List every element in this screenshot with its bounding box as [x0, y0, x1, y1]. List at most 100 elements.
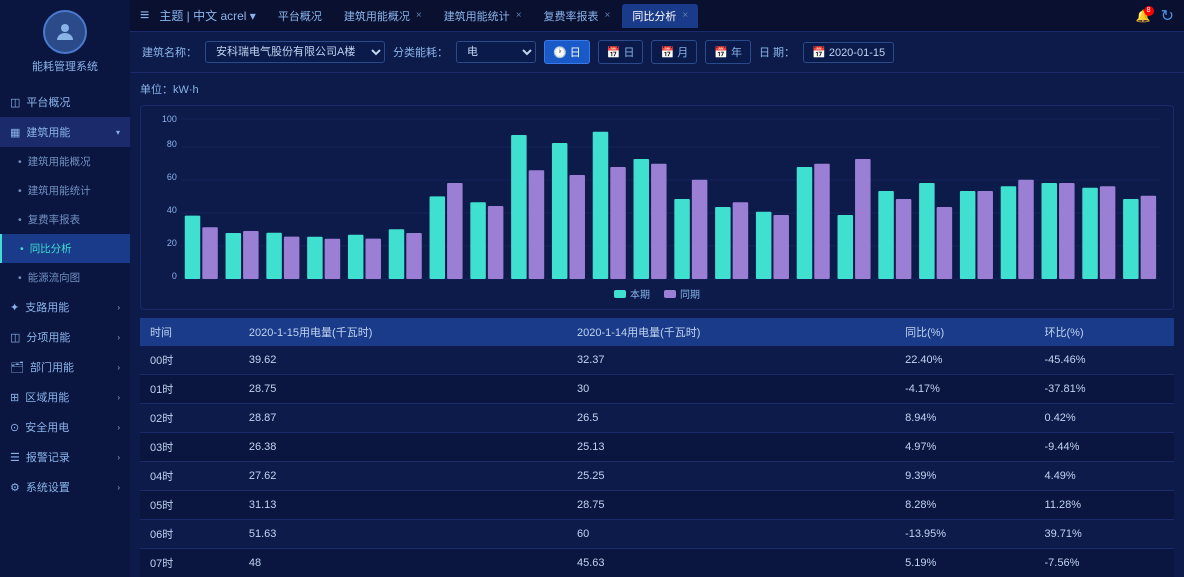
cell-time: 04时 — [140, 462, 239, 491]
branch-icon: ✦ — [10, 301, 19, 314]
cell-previous: 25.13 — [567, 433, 895, 462]
settings-icon: ⚙ — [10, 481, 20, 494]
close-icon4[interactable]: × — [682, 10, 688, 21]
calendar-month-icon: 📅 — [660, 47, 674, 59]
svg-text:18时: 18时 — [928, 283, 944, 284]
calendar-year-icon: 📅 — [714, 47, 728, 59]
col-current: 2020-1-15用电量(千瓦时) — [239, 318, 567, 346]
cell-current: 31.13 — [239, 491, 567, 520]
chart-container: 0 20 40 60 80 100 0时1时2时3时4时5时6时7时8时9时10… — [149, 114, 1165, 284]
cell-time: 00时 — [140, 346, 239, 375]
svg-text:100: 100 — [162, 114, 177, 124]
svg-text:22时: 22时 — [1091, 283, 1107, 284]
tab-building-overview[interactable]: 建筑用能概况 × — [334, 4, 432, 28]
tab-tariff[interactable]: 复费率报表 × — [534, 4, 621, 28]
tab-yoy[interactable]: 同比分析 × — [622, 4, 698, 28]
cell-time: 07时 — [140, 549, 239, 577]
sidebar-item-category[interactable]: ◫ 分项用能 › — [0, 322, 130, 352]
cell-previous: 26.5 — [567, 404, 895, 433]
sidebar-item-dept[interactable]: 🗂 部门用能 › — [0, 352, 130, 382]
previous-color-swatch — [664, 290, 676, 298]
sidebar-item-building[interactable]: ▦ 建筑用能 ▾ — [0, 117, 130, 147]
sidebar-subitem-yoy[interactable]: • 同比分析 — [0, 234, 130, 263]
day-btn[interactable]: 📅 日 — [598, 40, 644, 64]
brand-label: 主题 | 中文 acrel ▾ — [159, 7, 256, 24]
cell-yoy: -4.17% — [895, 375, 1034, 404]
dot-icon: • — [18, 185, 22, 197]
svg-text:20时: 20时 — [1009, 283, 1025, 284]
svg-text:13时: 13时 — [724, 283, 740, 284]
cell-yoy: 9.39% — [895, 462, 1034, 491]
svg-text:6时: 6时 — [440, 283, 452, 284]
cell-yoy: 22.40% — [895, 346, 1034, 375]
cell-current: 51.63 — [239, 520, 567, 549]
sidebar-subitem-overview[interactable]: • 建筑用能概况 — [0, 147, 130, 176]
cell-mom: -7.56% — [1035, 549, 1174, 577]
cell-previous: 28.75 — [567, 491, 895, 520]
tab-platform[interactable]: 平台概况 — [268, 4, 332, 28]
dept-icon: 🗂 — [10, 361, 24, 374]
svg-text:0: 0 — [172, 271, 177, 281]
dot-icon: • — [20, 243, 24, 255]
menu-icon[interactable]: ≡ — [140, 7, 149, 25]
svg-text:15时: 15时 — [805, 283, 821, 284]
col-time: 时间 — [140, 318, 239, 346]
svg-text:40: 40 — [167, 205, 177, 215]
cell-time: 06时 — [140, 520, 239, 549]
chevron-right-icon2: › — [117, 333, 120, 342]
sidebar-subitem-tariff[interactable]: • 复费率报表 — [0, 205, 130, 234]
table-row: 01时28.7530-4.17%-37.81% — [140, 375, 1174, 404]
table-row: 07时4845.635.19%-7.56% — [140, 549, 1174, 577]
tab-building-stats[interactable]: 建筑用能统计 × — [434, 4, 532, 28]
svg-text:80: 80 — [167, 139, 177, 149]
refresh-icon[interactable]: ↻ — [1161, 6, 1174, 26]
svg-text:16时: 16时 — [846, 283, 862, 284]
chart-area: 0 20 40 60 80 100 0时1时2时3时4时5时6时7时8时9时10… — [140, 105, 1174, 310]
sidebar-subitem-flow[interactable]: • 能源流向图 — [0, 263, 130, 292]
col-mom: 环比(%) — [1035, 318, 1174, 346]
svg-text:20: 20 — [167, 238, 177, 248]
svg-text:23时: 23时 — [1132, 283, 1148, 284]
table-header-row: 时间 2020-1-15用电量(千瓦时) 2020-1-14用电量(千瓦时) 同… — [140, 318, 1174, 346]
sidebar-subitem-stats[interactable]: • 建筑用能统计 — [0, 176, 130, 205]
chart-legend: 本期 同期 — [149, 286, 1165, 301]
cell-previous: 30 — [567, 375, 895, 404]
close-icon3[interactable]: × — [605, 10, 611, 21]
month-btn[interactable]: 📅 月 — [651, 40, 697, 64]
sidebar-item-region[interactable]: ⊞ 区域用能 › — [0, 382, 130, 412]
bell-icon[interactable]: 🔔 8 — [1136, 9, 1151, 23]
cell-current: 28.87 — [239, 404, 567, 433]
building-select[interactable]: 安科瑞电气股份有限公司A楼 — [205, 41, 385, 63]
table-row: 06时51.6360-13.95%39.71% — [140, 520, 1174, 549]
svg-text:21时: 21时 — [1050, 283, 1066, 284]
cell-mom: -45.46% — [1035, 346, 1174, 375]
sidebar-item-branch[interactable]: ✦ 支路用能 › — [0, 292, 130, 322]
sidebar-item-safety[interactable]: ⊙ 安全用电 › — [0, 412, 130, 442]
svg-text:9时: 9时 — [563, 283, 575, 284]
chevron-right-icon3: › — [117, 363, 120, 372]
region-icon: ⊞ — [10, 391, 19, 404]
close-icon2[interactable]: × — [516, 10, 522, 21]
table-row: 03时26.3825.134.97%-9.44% — [140, 433, 1174, 462]
close-icon[interactable]: × — [416, 10, 422, 21]
bar-chart: 0 20 40 60 80 100 0时1时2时3时4时5时6时7时8时9时10… — [149, 114, 1165, 284]
year-btn[interactable]: 📅 年 — [705, 40, 751, 64]
category-select[interactable]: 电 — [456, 41, 536, 63]
table-row: 05时31.1328.758.28%11.28% — [140, 491, 1174, 520]
alarm-icon: ☰ — [10, 451, 20, 464]
svg-text:4时: 4时 — [359, 283, 371, 284]
chevron-down-icon: ▾ — [116, 128, 120, 137]
chevron-right-icon5: › — [117, 423, 120, 432]
sidebar-item-platform[interactable]: ◫ 平台概况 — [0, 87, 130, 117]
sidebar-item-settings[interactable]: ⚙ 系统设置 › — [0, 472, 130, 502]
cell-current: 39.62 — [239, 346, 567, 375]
cell-mom: 4.49% — [1035, 462, 1174, 491]
col-yoy: 同比(%) — [895, 318, 1034, 346]
cell-current: 48 — [239, 549, 567, 577]
date-display[interactable]: 📅 2020-01-15 — [803, 42, 894, 63]
clock-btn[interactable]: 🕐 日 — [544, 40, 590, 64]
chevron-right-icon6: › — [117, 453, 120, 462]
content-area: 单位：kW·h 0 20 40 60 80 100 — [130, 73, 1184, 577]
table-row: 04时27.6225.259.39%4.49% — [140, 462, 1174, 491]
sidebar-item-alarm[interactable]: ☰ 报警记录 › — [0, 442, 130, 472]
